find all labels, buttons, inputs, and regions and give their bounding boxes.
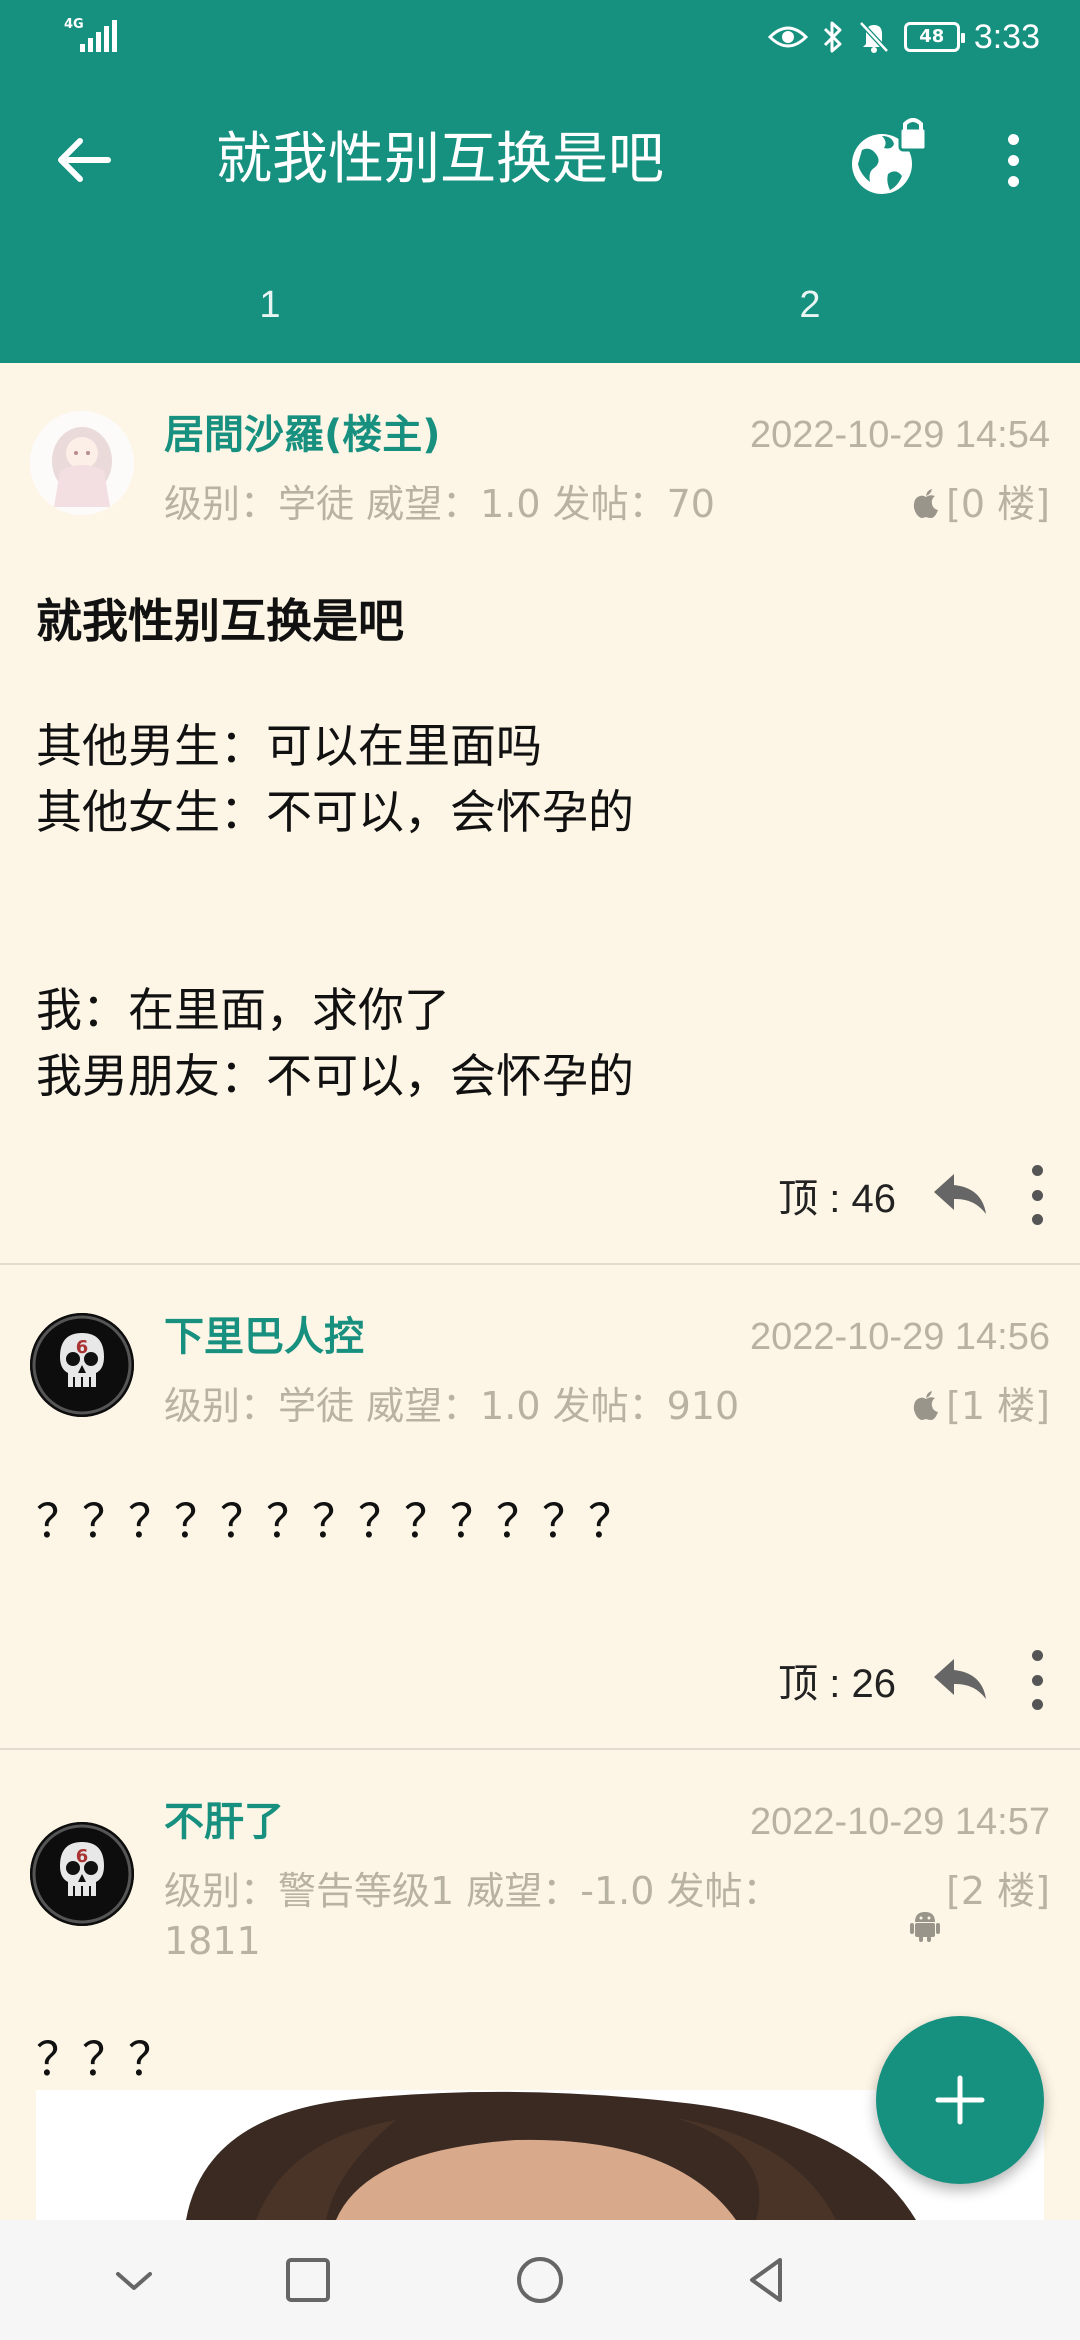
post-floor-1: 6 下里巴人控 2022-10-29 14:56 级别：学徒 威望：1.0 发帖… [0, 1265, 1080, 1750]
post-time: 2022-10-29 14:54 [749, 414, 1050, 456]
user-meta: 级别：学徒 威望：1.0 发帖：910 [164, 1384, 740, 1428]
more-dot [1031, 1165, 1043, 1176]
user-name[interactable]: 不肝了 [164, 1796, 284, 1848]
floor-info: [2 楼] [910, 1866, 1050, 1942]
more-dot [1031, 1699, 1043, 1710]
anime-girl-avatar-icon [30, 411, 134, 515]
more-dot [1031, 1214, 1043, 1225]
tab-page-2[interactable]: 2 [540, 270, 1080, 340]
battery-level: 48 [919, 26, 945, 47]
system-nav-bar [0, 2220, 1080, 2340]
arrow-left-icon [58, 138, 111, 182]
like-count[interactable]: 顶 : 46 [778, 1166, 896, 1224]
globe-lock-button[interactable] [848, 118, 932, 202]
skull-avatar-icon: 6 [30, 1822, 134, 1926]
app-bar: 4G 48 3:33 就我性别互换是吧 1 2 [0, 0, 1080, 363]
post-actions: 顶 : 26 [778, 1645, 1044, 1715]
apple-icon [913, 1391, 939, 1420]
post-actions: 顶 : 46 [778, 1160, 1044, 1230]
nav-home-icon[interactable] [510, 2250, 570, 2310]
avatar[interactable]: 6 [30, 1822, 134, 1926]
back-button[interactable] [44, 120, 124, 200]
avatar[interactable] [30, 411, 134, 515]
more-dot [1031, 1189, 1043, 1201]
globe-lock-icon [852, 118, 928, 194]
eye-icon [767, 26, 808, 48]
mute-bell-icon [858, 21, 889, 53]
more-dot [1031, 1650, 1043, 1661]
post-time: 2022-10-29 14:57 [749, 1801, 1050, 1843]
post-body: ？？？ [36, 2032, 174, 2086]
post-more-button[interactable] [1030, 1165, 1044, 1225]
floor-number: [0 楼] [946, 482, 1050, 526]
more-options-button[interactable] [988, 124, 1038, 196]
floor-number: [2 楼] [946, 1869, 1050, 1913]
apple-icon [913, 489, 939, 518]
nav-back-icon[interactable] [738, 2250, 798, 2310]
more-dot [1007, 133, 1019, 145]
svg-text:6: 6 [76, 1337, 89, 1358]
post-body: ？？？？？？？？？？？？？ [36, 1494, 634, 1548]
post-time: 2022-10-29 14:56 [749, 1316, 1050, 1358]
post-floor-0: 居間沙羅(楼主) 2022-10-29 14:54 级别：学徒 威望：1.0 发… [0, 363, 1080, 1265]
more-dot [1007, 175, 1019, 187]
plus-icon [935, 2075, 985, 2125]
skull-avatar-icon: 6 [30, 1313, 134, 1417]
add-reply-fab[interactable] [876, 2016, 1044, 2184]
bluetooth-icon [823, 21, 842, 53]
signal-icon [80, 20, 117, 52]
user-name[interactable]: 居間沙羅(楼主) [164, 409, 441, 461]
post-more-button[interactable] [1030, 1650, 1044, 1710]
more-dot [1007, 154, 1019, 166]
tab-page-1[interactable]: 1 [0, 270, 540, 340]
user-name[interactable]: 下里巴人控 [164, 1311, 364, 1363]
clock: 3:33 [973, 17, 1040, 56]
status-icons: 48 3:33 [767, 16, 1040, 58]
floor-info: [1 楼] [912, 1381, 1050, 1431]
nav-recents-icon[interactable] [278, 2250, 338, 2310]
more-dot [1031, 1674, 1043, 1686]
reply-icon[interactable] [930, 1170, 990, 1220]
like-count[interactable]: 顶 : 26 [778, 1651, 896, 1709]
nav-collapse-icon[interactable] [104, 2250, 164, 2310]
floor-number: [1 楼] [946, 1384, 1050, 1428]
user-meta: 级别：学徒 威望：1.0 发帖：70 [164, 482, 715, 526]
android-icon [910, 1912, 941, 1942]
avatar[interactable]: 6 [30, 1313, 134, 1417]
post-body: 其他男生：可以在里面吗 其他女生：不可以，会怀孕的 我：在里面，求你了 我男朋友… [36, 719, 634, 1103]
page-title: 就我性别互换是吧 [216, 127, 664, 192]
reply-icon[interactable] [930, 1655, 990, 1705]
battery-icon: 48 [903, 22, 965, 52]
user-meta: 级别：警告等级1 威望：-1.0 发帖： 1811 [164, 1869, 781, 1963]
svg-text:6: 6 [76, 1846, 89, 1867]
post-title: 就我性别互换是吧 [36, 594, 404, 648]
status-bar: 4G 48 3:33 [0, 0, 1080, 75]
floor-info: [0 楼] [912, 479, 1050, 529]
